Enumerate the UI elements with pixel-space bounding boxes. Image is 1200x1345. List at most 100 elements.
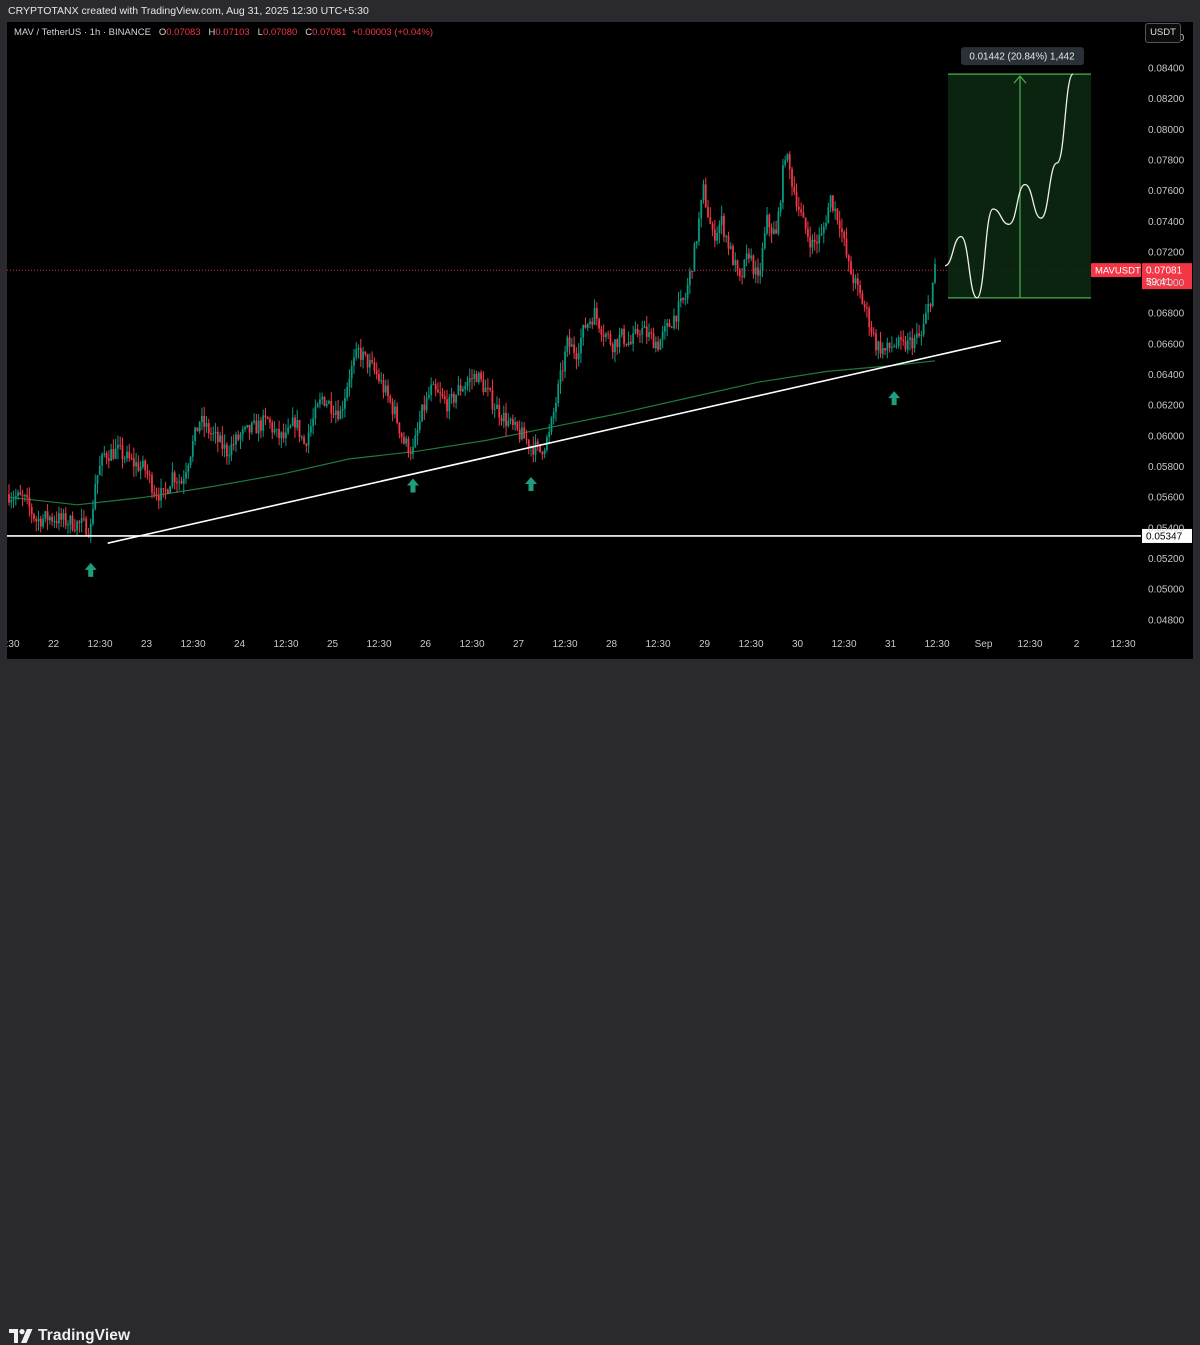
candle-body	[96, 475, 99, 484]
candle-body	[121, 445, 124, 460]
candle-body	[137, 462, 140, 471]
tradingview-logo[interactable]: TradingView	[9, 1327, 130, 1345]
candle-body	[280, 432, 283, 439]
candle-body	[341, 408, 344, 411]
candle-body	[555, 402, 557, 413]
candle-body	[639, 334, 641, 336]
candle-body	[219, 435, 221, 443]
up-arrow-icon	[406, 478, 419, 493]
candle-body	[244, 426, 246, 430]
candle-body	[591, 321, 594, 325]
candle-body	[643, 326, 646, 329]
candle-body	[17, 492, 19, 497]
price-tick-label: 0.06400	[1148, 370, 1185, 381]
candle-body	[110, 449, 113, 461]
candle-body	[10, 499, 13, 503]
candle-body	[834, 208, 837, 211]
candle-body	[881, 348, 884, 354]
currency-button[interactable]: USDT	[1145, 23, 1181, 43]
time-tick-label: 29	[699, 639, 711, 650]
candle-body	[253, 420, 256, 423]
candle-body	[205, 423, 208, 427]
candle-body	[409, 452, 412, 454]
symbol-tag-label: MAVUSDT	[1095, 266, 1141, 277]
candle-body	[423, 404, 426, 411]
price-chart[interactable]: 0.05347MAVUSDT 0.0708159:410.01442 (20.84…	[0, 22, 1193, 659]
candle-body	[53, 521, 56, 523]
candle-body	[334, 410, 337, 415]
candle-body	[543, 449, 546, 455]
candle-body	[570, 344, 573, 347]
candle-body	[78, 521, 81, 523]
candle-body	[101, 454, 103, 466]
candle-body	[443, 396, 446, 400]
candle-body	[747, 253, 750, 259]
candle-body	[230, 443, 233, 456]
candle-body	[484, 387, 487, 393]
candle-body	[393, 406, 396, 415]
candle-body	[378, 373, 380, 382]
candle-body	[82, 518, 85, 520]
candle-body	[925, 312, 927, 324]
candle-body	[843, 232, 846, 239]
candle-body	[418, 421, 421, 430]
candle-body	[64, 513, 67, 526]
candle-body	[641, 328, 644, 335]
candle-body	[471, 378, 473, 380]
candle-body	[441, 394, 444, 397]
candle-body	[319, 399, 321, 404]
candle-body	[845, 238, 848, 256]
symbol-title[interactable]: MAV / TetherUS · 1h · BINANCE	[14, 27, 151, 38]
candle-body	[196, 427, 199, 432]
time-tick-label: 27	[513, 639, 525, 650]
candle-body	[346, 387, 349, 398]
candle-body	[629, 341, 632, 344]
candle-body	[332, 413, 335, 415]
candle-body	[791, 169, 793, 187]
candle-body	[250, 422, 253, 433]
time-tick-label: Sep	[975, 639, 993, 650]
candle-body	[863, 304, 866, 308]
chart-pane[interactable]: 0.05347 MAVUSDT 0.07081 59:41 0.01442 (20.84…	[0, 22, 1193, 659]
candle-body	[493, 408, 496, 410]
time-tick-label: 23	[141, 639, 153, 650]
time-axis[interactable]: 12:30 22 12:30 23 12:30 24 12:30 25 12:30 26 12:30…	[0, 639, 1136, 650]
candle-body	[752, 255, 755, 275]
candle-body	[58, 513, 60, 524]
candle-body	[904, 341, 907, 350]
candle-body	[929, 304, 932, 307]
candle-body	[466, 382, 469, 387]
candle-body	[652, 333, 655, 349]
candle-body	[536, 441, 539, 444]
candle-body	[357, 347, 360, 350]
candle-body	[616, 339, 619, 348]
candle-body	[8, 494, 10, 503]
candle-body	[430, 384, 433, 396]
ascending-trendline	[107, 340, 1002, 544]
candle-body	[157, 495, 160, 501]
candle-body	[927, 304, 930, 313]
candle-body	[884, 348, 886, 351]
candle-body	[117, 444, 119, 449]
candle-body	[931, 282, 934, 307]
candle-body	[514, 421, 517, 425]
candle-body	[841, 228, 843, 233]
candle-body	[353, 357, 355, 366]
candle-body	[525, 438, 528, 440]
candle-body	[28, 497, 31, 507]
candle-body	[62, 513, 65, 520]
candle-body	[673, 315, 675, 328]
candle-body	[636, 328, 639, 335]
candle-body	[128, 451, 131, 459]
candle-body	[516, 421, 519, 430]
candle-body	[743, 259, 746, 278]
price-tick-label: 0.08200	[1148, 94, 1185, 105]
candle-body	[729, 246, 732, 249]
candles-layer	[8, 151, 936, 543]
candle-body	[727, 235, 730, 249]
candle-body	[139, 467, 142, 471]
candle-body	[856, 278, 859, 286]
time-tick-label: 12:30	[552, 639, 577, 650]
candle-body	[46, 511, 49, 521]
candle-body	[98, 465, 101, 476]
